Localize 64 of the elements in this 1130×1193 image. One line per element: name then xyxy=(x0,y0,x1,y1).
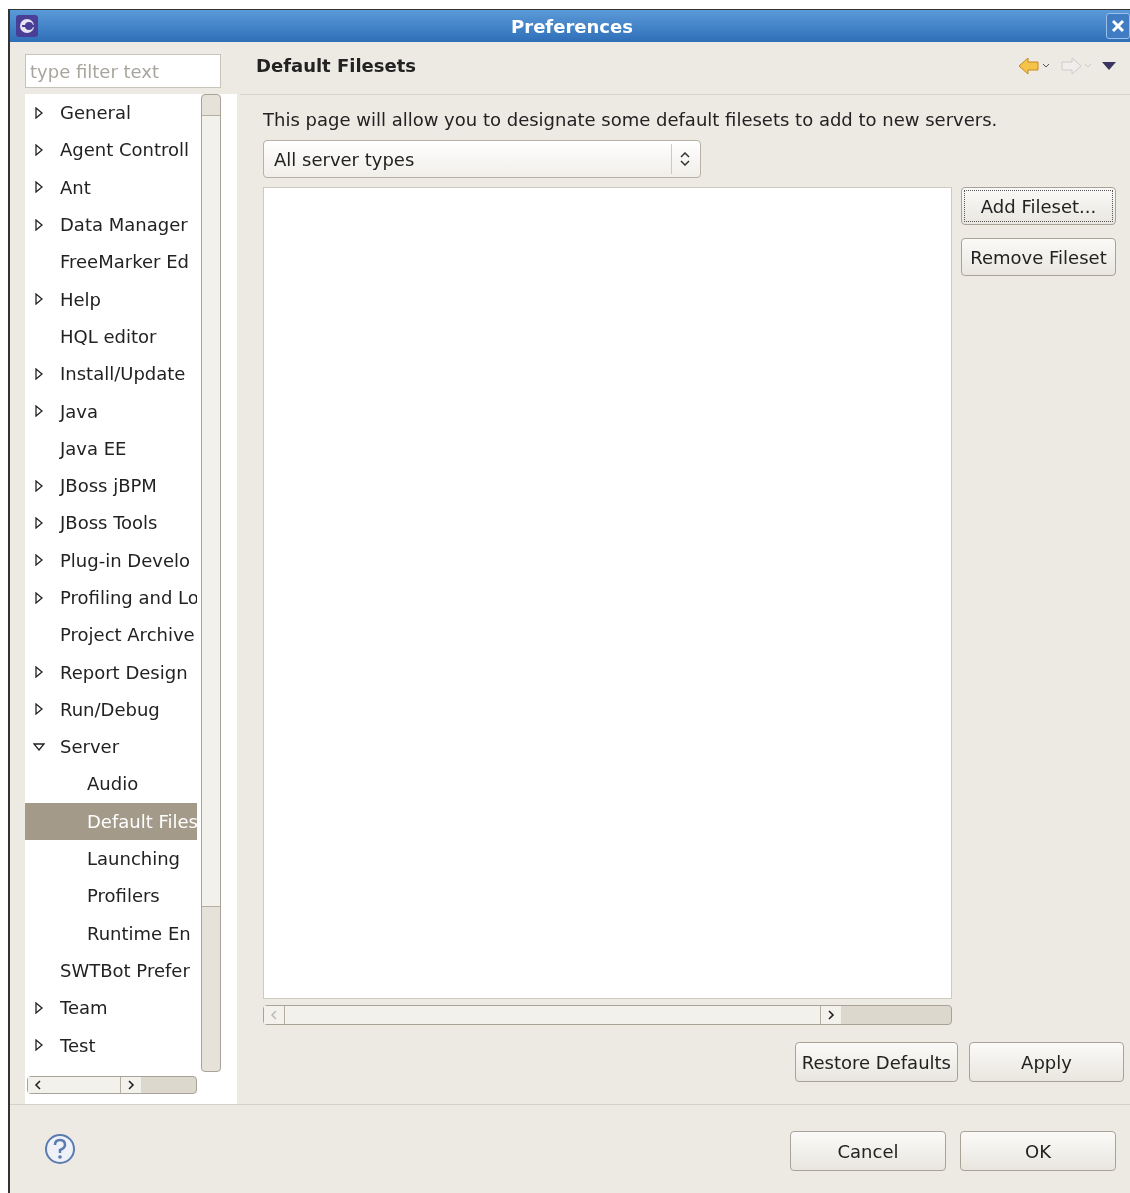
tree-item[interactable]: Java EE xyxy=(25,429,197,467)
expand-arrow-icon[interactable] xyxy=(33,181,45,194)
tree-item[interactable]: Install/Update xyxy=(25,355,197,393)
window-title: Preferences xyxy=(510,15,634,37)
page-description: This page will allow you to designate some default filesets to add to new servers. xyxy=(263,109,999,130)
tree-item[interactable]: Help xyxy=(25,280,197,318)
expand-arrow-icon[interactable] xyxy=(33,367,45,380)
expand-arrow-icon[interactable] xyxy=(33,479,45,492)
tree-item[interactable]: Profiling and Lo xyxy=(25,578,197,617)
tree-item[interactable]: SWTBot Prefer xyxy=(25,951,197,990)
tree-item[interactable]: Launching xyxy=(25,839,197,878)
close-icon xyxy=(1111,19,1125,33)
filter-field[interactable]: type filter text xyxy=(25,54,221,88)
expand-arrow-icon[interactable] xyxy=(33,703,45,716)
collapse-arrow-icon[interactable] xyxy=(33,740,45,753)
horizontal-scrollbar[interactable] xyxy=(27,1076,197,1094)
tree-item[interactable]: Project Archive xyxy=(25,616,197,654)
page-title: Default Filesets xyxy=(256,55,417,76)
menu-dropdown-icon[interactable] xyxy=(1102,60,1116,71)
tree-item[interactable]: Run/Debug xyxy=(25,690,197,729)
app-icon xyxy=(16,15,38,37)
scroll-right-icon[interactable] xyxy=(827,1010,835,1020)
tree-item[interactable]: Plug-in Develo xyxy=(25,541,197,579)
tree-item[interactable]: Runtime En xyxy=(25,914,197,952)
expand-arrow-icon[interactable] xyxy=(33,591,45,604)
expand-arrow-icon[interactable] xyxy=(33,218,45,231)
tree-item[interactable]: Java xyxy=(25,392,197,430)
scroll-left-icon[interactable] xyxy=(34,1080,42,1090)
tree-item[interactable]: Team xyxy=(25,989,197,1027)
tree-item[interactable]: JBoss Tools xyxy=(25,504,197,542)
tree-item[interactable]: FreeMarker Ed xyxy=(25,243,197,281)
expand-arrow-icon[interactable] xyxy=(33,405,45,417)
tree-item[interactable]: Report Design xyxy=(25,653,197,691)
ok-button[interactable]: OK xyxy=(960,1131,1116,1171)
expand-arrow-icon[interactable] xyxy=(33,143,45,156)
tree-item[interactable]: General xyxy=(25,94,197,132)
expand-arrow-icon[interactable] xyxy=(33,1039,45,1052)
expand-arrow-icon[interactable] xyxy=(33,1001,45,1014)
tree-item[interactable]: Server xyxy=(25,728,197,766)
expand-arrow-icon[interactable] xyxy=(33,516,45,529)
close-button[interactable] xyxy=(1106,13,1130,39)
tree-item[interactable]: Test xyxy=(25,1026,197,1064)
tree-item[interactable]: Profilers xyxy=(25,877,197,915)
tree-item[interactable]: Data Manager xyxy=(25,205,197,244)
cancel-button[interactable]: Cancel xyxy=(790,1131,946,1171)
scroll-right-icon[interactable] xyxy=(127,1080,135,1090)
tree-item[interactable]: Agent Controll xyxy=(25,131,197,169)
restore-defaults-button[interactable]: Restore Defaults xyxy=(794,1042,958,1082)
tree-item[interactable]: Ant xyxy=(25,168,197,206)
server-type-dropdown[interactable]: All server types xyxy=(263,140,701,178)
add-fileset-button[interactable]: Add Fileset... xyxy=(961,187,1116,225)
remove-fileset-button[interactable]: Remove Fileset xyxy=(961,238,1116,276)
up-down-arrows-icon xyxy=(680,152,690,166)
horizontal-scrollbar[interactable] xyxy=(263,1005,952,1025)
apply-button[interactable]: Apply xyxy=(969,1042,1124,1082)
help-icon[interactable] xyxy=(44,1133,76,1165)
tree-item[interactable]: Audio xyxy=(25,765,197,803)
expand-arrow-icon[interactable] xyxy=(33,106,45,119)
tree-item[interactable]: JBoss jBPM xyxy=(25,466,197,505)
expand-arrow-icon[interactable] xyxy=(33,666,45,679)
tree-item[interactable]: HQL editor xyxy=(25,317,197,356)
vertical-scrollbar[interactable] xyxy=(201,94,221,1072)
expand-arrow-icon[interactable] xyxy=(33,293,45,306)
expand-arrow-icon[interactable] xyxy=(33,554,45,567)
